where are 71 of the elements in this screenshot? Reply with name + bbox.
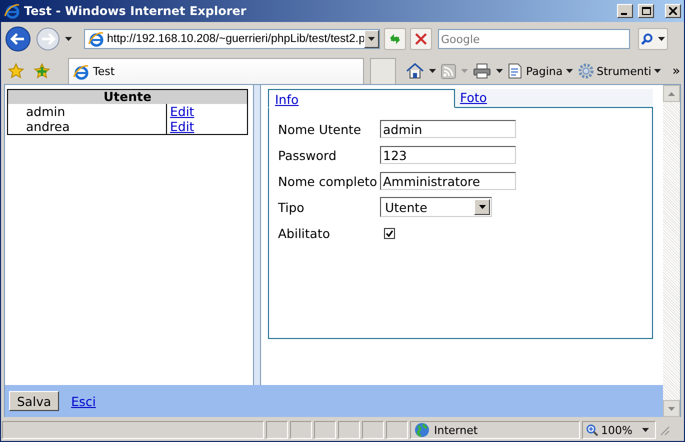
input-field[interactable]: 123	[380, 146, 516, 164]
input-field[interactable]: admin	[380, 120, 516, 138]
status-pane	[266, 421, 288, 439]
caret-icon[interactable]	[654, 69, 662, 73]
maximize-icon	[642, 7, 650, 15]
globe-icon	[414, 422, 430, 438]
caret-icon[interactable]	[566, 69, 573, 73]
edit-link[interactable]: Edit	[170, 118, 194, 134]
input-field[interactable]: Amministratore	[380, 172, 516, 190]
zoom-icon	[586, 424, 598, 436]
caret-icon[interactable]	[658, 37, 665, 41]
browser-logo-icon	[4, 3, 20, 19]
more-button[interactable]: »	[672, 64, 680, 78]
refresh-icon	[388, 32, 402, 46]
tab[interactable]: Info	[268, 89, 455, 108]
page-icon	[508, 63, 523, 79]
minimize-button[interactable]	[617, 4, 633, 18]
field-label: Nome completo	[278, 174, 378, 188]
field-label: Abilitato	[278, 226, 332, 240]
stop-button[interactable]	[410, 28, 432, 50]
close-button[interactable]	[665, 4, 681, 18]
stop-icon	[415, 33, 427, 45]
field-label: Tipo	[278, 200, 306, 214]
search-field[interactable]: Google	[438, 29, 630, 49]
window-title: Test - Windows Internet Explorer	[24, 4, 248, 18]
user-name: admin	[26, 104, 66, 118]
checkbox[interactable]	[384, 228, 395, 238]
status-pane	[362, 421, 384, 439]
field-label: Nome Utente	[278, 122, 362, 136]
star-icon[interactable]	[8, 63, 24, 79]
print-icon[interactable]	[473, 63, 491, 79]
settings-icon	[578, 63, 594, 79]
column-header: Utente	[8, 90, 248, 104]
dropdown-field[interactable]: Utente	[380, 197, 492, 217]
save-button[interactable]: Salva	[9, 391, 60, 411]
caret-icon[interactable]	[642, 428, 650, 432]
feed-icon[interactable]	[441, 64, 456, 78]
tab[interactable]: Foto	[455, 89, 653, 108]
page-icon	[88, 31, 104, 47]
search-button[interactable]	[638, 28, 668, 50]
address-field[interactable]: http://192.168.10.208/~guerrieri/phpLib/test/test2.p	[84, 29, 380, 49]
caret-icon[interactable]	[368, 37, 375, 41]
search-icon	[641, 33, 654, 45]
home-icon[interactable]	[406, 63, 424, 79]
status-pane	[314, 421, 336, 439]
page-icon	[73, 64, 89, 80]
back-button[interactable]	[5, 26, 31, 52]
close-icon	[669, 7, 677, 15]
status-pane	[386, 421, 408, 439]
status-pane	[338, 421, 360, 439]
refresh-button[interactable]	[384, 28, 406, 50]
browser-tab[interactable]: Test	[68, 58, 364, 84]
caret-icon[interactable]	[496, 69, 503, 73]
up-arrow-icon	[668, 92, 675, 96]
check-icon	[386, 230, 393, 236]
edit-link[interactable]: Edit	[170, 104, 194, 118]
down-arrow-icon	[668, 406, 675, 410]
exit-link[interactable]: Esci	[71, 394, 96, 408]
scrollbar[interactable]	[663, 85, 680, 417]
zone-indicator: Internet	[410, 421, 580, 439]
user-name: andrea	[26, 118, 70, 134]
caret-icon[interactable]	[65, 37, 72, 41]
caret-icon	[478, 205, 486, 209]
status-pane	[290, 421, 312, 439]
field-label: Password	[278, 148, 338, 162]
caret-icon[interactable]	[429, 69, 436, 73]
resize-grip-icon[interactable]	[658, 424, 670, 436]
toolbar-menu-button[interactable]: Strumenti	[578, 63, 662, 79]
toolbar-menu-button[interactable]: Pagina	[508, 63, 573, 79]
dropdown-button[interactable]	[364, 30, 379, 48]
maximize-button[interactable]	[638, 4, 654, 18]
